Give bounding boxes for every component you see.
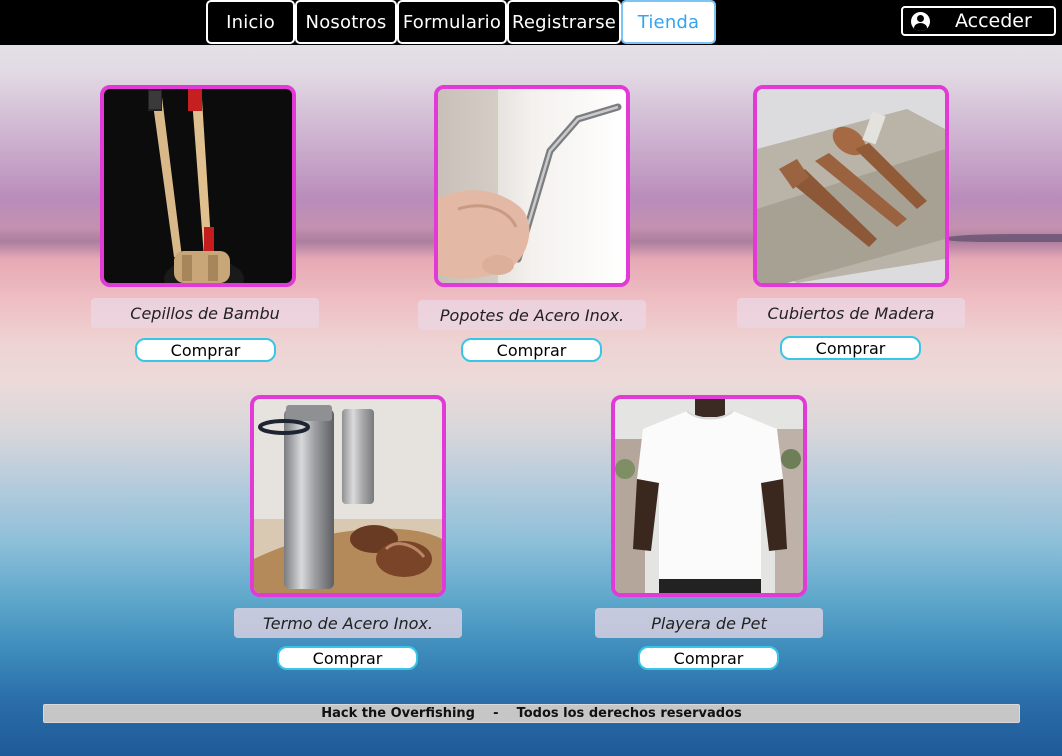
nav-inicio[interactable]: Inicio [206,0,295,44]
buy-button-straw[interactable]: Comprar [461,338,602,362]
product-image-bottle[interactable] [250,395,446,597]
product-name: Popotes de Acero Inox. [418,300,646,330]
product-name: Cepillos de Bambu [91,298,319,328]
product-image-cutlery[interactable] [753,85,949,287]
buy-button-bottle[interactable]: Comprar [277,646,418,670]
buy-button-toothbrushes[interactable]: Comprar [135,338,276,362]
product-image-tshirt[interactable] [611,395,807,597]
product-name: Cubiertos de Madera [737,298,965,328]
product-name: Termo de Acero Inox. [234,608,462,638]
footer-bar: Hack the Overfishing - Todos los derecho… [43,704,1020,723]
nav-registrarse[interactable]: Registrarse [507,0,621,44]
distant-island [942,234,1062,242]
product-name: Playera de Pet [595,608,823,638]
product-image-straw[interactable] [434,85,630,287]
login-button[interactable]: Acceder [901,6,1056,36]
buy-button-cutlery[interactable]: Comprar [780,336,921,360]
nav-formulario[interactable]: Formulario [397,0,507,44]
nav-tienda[interactable]: Tienda [621,0,716,44]
user-circle-icon [911,11,930,31]
buy-button-tshirt[interactable]: Comprar [638,646,779,670]
top-navbar: Inicio Nosotros Formulario Registrarse T… [0,0,1062,45]
nav-nosotros[interactable]: Nosotros [295,0,397,44]
login-label: Acceder [955,10,1032,32]
product-image-toothbrushes[interactable] [100,85,296,287]
